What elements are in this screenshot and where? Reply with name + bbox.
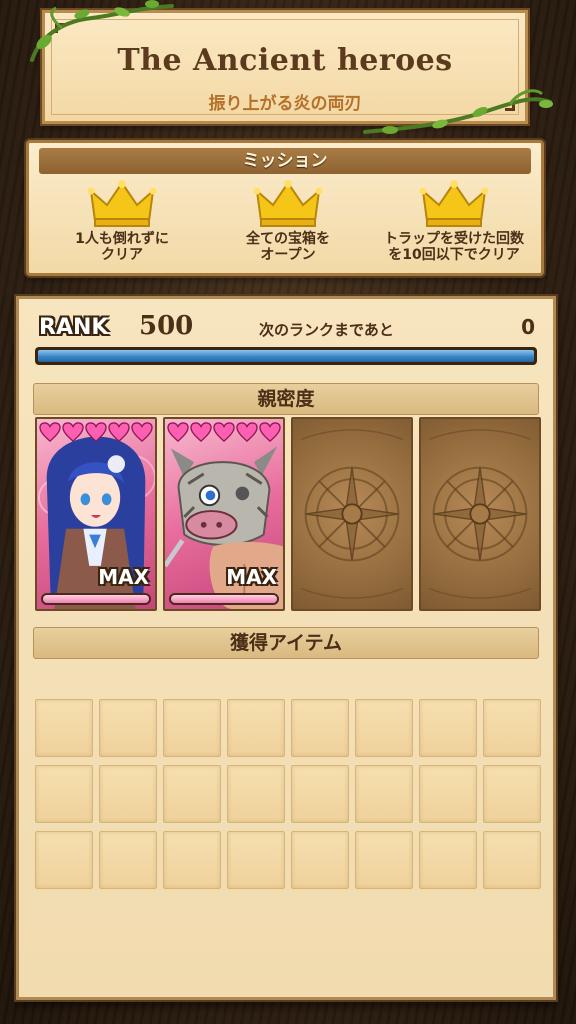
item-slot xyxy=(99,831,157,889)
item-slot xyxy=(483,831,541,889)
affinity-hearts xyxy=(167,422,281,442)
love-bar-fill xyxy=(171,595,277,603)
mission-panel: ミッション 1人も倒れずに クリア 全ての宝箱を オープン トラップを受けた回数 を1… xyxy=(26,140,544,276)
heart-icon xyxy=(259,422,281,442)
item-slot xyxy=(291,831,349,889)
mission-item-1: 1人も倒れずに クリア xyxy=(37,179,207,263)
item-slot xyxy=(163,699,221,757)
item-slot xyxy=(355,765,413,823)
heart-icon xyxy=(108,422,130,442)
rank-exp-fill xyxy=(38,350,534,362)
items-header: 獲得アイテム xyxy=(33,627,539,659)
crown-icon xyxy=(87,180,157,227)
crown-icon xyxy=(419,180,489,227)
affinity-card-empty-2 xyxy=(419,417,541,611)
item-slot xyxy=(291,699,349,757)
result-panel: RANK 500 次のランクまであと 0 親密度 MAX MAX 獲得アイテム xyxy=(16,296,556,1000)
affinity-card-empty-1 xyxy=(291,417,413,611)
rank-value: 500 xyxy=(139,311,194,341)
mission-item-2: 全ての宝箱を オープン xyxy=(203,179,373,263)
heart-icon xyxy=(190,422,212,442)
love-bar xyxy=(169,593,279,605)
mission-header: ミッション xyxy=(39,148,531,174)
vine-decoration-top-left xyxy=(30,0,174,62)
affinity-cards: MAX MAX xyxy=(35,417,543,611)
item-slot xyxy=(227,765,285,823)
heart-icon xyxy=(62,422,84,442)
items-grid xyxy=(35,699,545,889)
heart-icon xyxy=(213,422,235,442)
item-slot xyxy=(163,831,221,889)
next-rank-label: 次のランクまであと xyxy=(259,321,394,339)
affinity-card-2[interactable]: MAX xyxy=(163,417,285,611)
heart-icon xyxy=(85,422,107,442)
item-slot xyxy=(355,699,413,757)
mission-1-line2: クリア xyxy=(101,247,143,263)
heart-icon xyxy=(167,422,189,442)
mission-2-line1: 全ての宝箱を xyxy=(246,231,330,247)
mission-2-line2: オープン xyxy=(260,247,316,263)
rank-exp-bar xyxy=(35,347,537,365)
mission-3-line1: トラップを受けた回数 xyxy=(384,231,524,247)
item-slot xyxy=(35,699,93,757)
item-slot xyxy=(419,699,477,757)
item-slot xyxy=(419,765,477,823)
heart-icon xyxy=(236,422,258,442)
love-bar xyxy=(41,593,151,605)
mission-3-line2: を10回以下でクリア xyxy=(388,247,520,263)
item-slot xyxy=(419,831,477,889)
item-slot xyxy=(99,699,157,757)
item-slot xyxy=(99,765,157,823)
vine-decoration-bottom-right xyxy=(363,89,553,134)
empty-slot-emblem xyxy=(300,429,404,599)
item-slot xyxy=(483,765,541,823)
item-slot xyxy=(163,765,221,823)
item-slot xyxy=(227,831,285,889)
mission-item-3: トラップを受けた回数 を10回以下でクリア xyxy=(369,179,539,263)
item-slot xyxy=(291,765,349,823)
love-bar-fill xyxy=(43,595,149,603)
item-slot xyxy=(483,699,541,757)
item-slot xyxy=(35,831,93,889)
crown-icon xyxy=(253,180,323,227)
max-label: MAX xyxy=(98,565,149,589)
empty-slot-emblem xyxy=(428,429,532,599)
affinity-header: 親密度 xyxy=(33,383,539,415)
rank-label: RANK xyxy=(39,315,109,340)
item-slot xyxy=(355,831,413,889)
heart-icon xyxy=(39,422,61,442)
item-slot xyxy=(35,765,93,823)
item-slot xyxy=(227,699,285,757)
affinity-hearts xyxy=(39,422,153,442)
heart-icon xyxy=(131,422,153,442)
next-rank-value: 0 xyxy=(521,315,535,339)
affinity-card-1[interactable]: MAX xyxy=(35,417,157,611)
max-label: MAX xyxy=(226,565,277,589)
mission-1-line1: 1人も倒れずに xyxy=(75,231,169,247)
